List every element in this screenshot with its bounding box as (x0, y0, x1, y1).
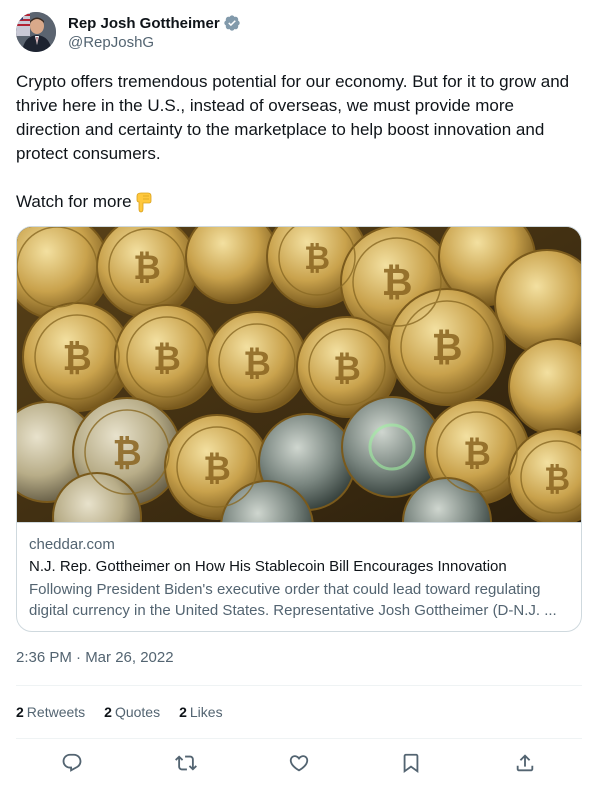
svg-text:₿: ₿ (153, 339, 181, 379)
likes-label: Likes (189, 704, 223, 720)
retweet-icon (175, 755, 197, 771)
watch-text: Watch for more (16, 192, 132, 211)
quotes-count: 2 (104, 704, 112, 720)
divider (16, 685, 582, 686)
svg-text:₿: ₿ (463, 434, 491, 474)
card-description: Following President Biden's executive or… (29, 581, 557, 619)
bookmark-button[interactable] (398, 750, 424, 776)
display-name[interactable]: Rep Josh Gottheimer (68, 15, 220, 32)
svg-text:₿: ₿ (62, 338, 91, 379)
tweet-timestamp[interactable]: 2:36 PM · Mar 26, 2022 (16, 648, 174, 668)
engagement-stats: 2 Retweets 2 Quotes 2 Likes (16, 702, 242, 722)
svg-text:₿: ₿ (304, 239, 330, 277)
watch-line: Watch for more (16, 190, 154, 214)
bitcoin-coins-image[interactable]: ₿ ₿ ₿ ₿ ₿ ₿ ₿ ₿ ₿ ₿ ₿ ₿ (17, 227, 581, 523)
retweets-stat[interactable]: 2 Retweets (16, 702, 85, 722)
like-icon (289, 755, 309, 772)
svg-text:₿: ₿ (544, 460, 570, 498)
bookmark-icon (403, 753, 419, 774)
card-title[interactable]: N.J. Rep. Gottheimer on How His Stableco… (29, 556, 569, 578)
share-icon (516, 754, 534, 772)
quotes-stat[interactable]: 2 Quotes (104, 702, 160, 722)
likes-count: 2 (179, 704, 187, 720)
like-button[interactable] (286, 750, 312, 776)
svg-text:₿: ₿ (243, 344, 271, 384)
link-card[interactable]: ₿ ₿ ₿ ₿ ₿ ₿ ₿ ₿ ₿ ₿ ₿ ₿ cheddar.com N.J.… (16, 226, 582, 632)
reply-icon (62, 753, 82, 772)
share-button[interactable] (512, 750, 538, 776)
svg-text:₿: ₿ (382, 260, 413, 304)
reply-button[interactable] (59, 750, 85, 776)
svg-text:₿: ₿ (203, 449, 231, 489)
quotes-label: Quotes (114, 704, 161, 720)
pointing-down-emoji (134, 191, 154, 213)
retweets-count: 2 (16, 704, 24, 720)
svg-text:₿: ₿ (133, 248, 161, 288)
avatar[interactable] (16, 12, 56, 52)
handle[interactable]: @RepJoshG (68, 34, 154, 51)
retweets-label: Retweets (26, 704, 86, 720)
svg-text:₿: ₿ (432, 325, 463, 369)
likes-stat[interactable]: 2 Likes (179, 702, 222, 722)
action-bar (16, 748, 582, 778)
card-meta: cheddar.com N.J. Rep. Gottheimer on How … (29, 534, 569, 621)
tweet-text: Crypto offers tremendous potential for o… (16, 72, 574, 163)
tweet-header: Rep Josh Gottheimer @RepJoshG (16, 12, 582, 54)
name-row: Rep Josh Gottheimer (68, 13, 241, 33)
divider (16, 738, 582, 739)
svg-text:₿: ₿ (333, 349, 361, 389)
retweet-button[interactable] (173, 750, 199, 776)
svg-text:₿: ₿ (112, 433, 141, 474)
card-domain: cheddar.com (29, 536, 115, 553)
verified-badge-icon (223, 14, 241, 32)
